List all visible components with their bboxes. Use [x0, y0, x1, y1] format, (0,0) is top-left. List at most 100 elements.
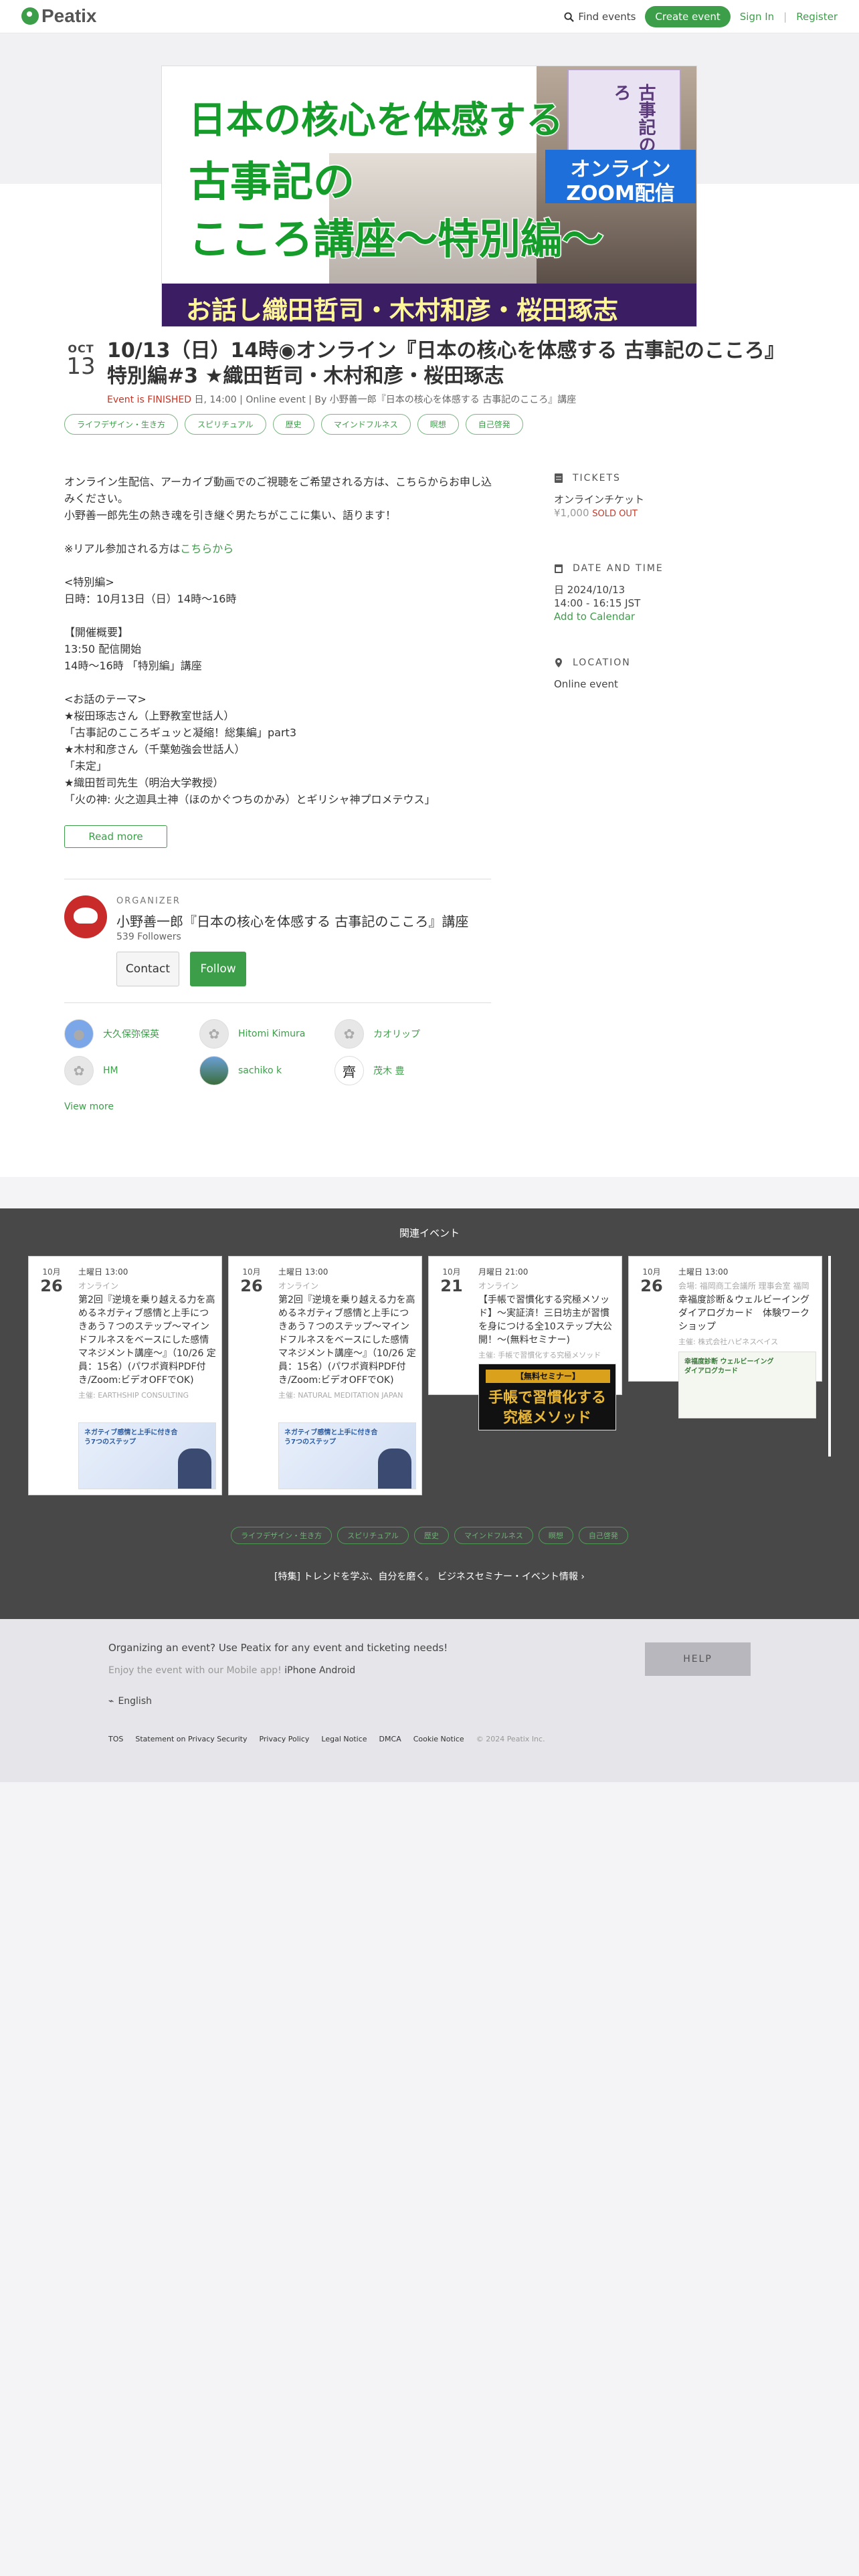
- related-event-card[interactable]: 10月 26 土曜日 13:00 オンライン 第2回『逆境を乗り越える力を高める…: [228, 1256, 422, 1495]
- date-section: DATE AND TIME 日 2024/10/13 14:00 - 16:15…: [554, 563, 795, 623]
- banner-headline-2: 古事記の: [187, 156, 355, 207]
- organizer-name[interactable]: 小野善一郎『日本の核心を体感する 古事記のこころ』講座: [116, 911, 468, 930]
- tag-item[interactable]: マインドフルネス: [454, 1527, 533, 1544]
- sign-in-link[interactable]: Sign In: [740, 11, 774, 23]
- android-app-link[interactable]: Android: [319, 1665, 355, 1676]
- tag-item[interactable]: 自己啓発: [465, 414, 523, 435]
- event-date-badge: OCT 13: [66, 342, 96, 378]
- attendee-item[interactable]: ● 大久保弥保英: [64, 1019, 159, 1049]
- card-time: 月曜日 21:00: [478, 1267, 529, 1277]
- attendee-name: 大久保弥保英: [103, 1029, 159, 1040]
- tickets-heading: TICKETS: [554, 473, 795, 484]
- event-tags: ライフデザイン・生き方 スピリチュアル 歴史 マインドフルネス 瞑想 自己啓発: [64, 414, 523, 435]
- related-event-card[interactable]: 10月 21 月曜日 21:00 オンライン 【手帳で習慣化する究極メソッド】〜…: [428, 1256, 622, 1430]
- date-heading: DATE AND TIME: [554, 563, 795, 574]
- tag-item[interactable]: マインドフルネス: [320, 414, 411, 435]
- card-month: 10月: [42, 1267, 61, 1277]
- card-organizer: 主催: 手帳で習慣化する究極メソッド: [478, 1351, 601, 1360]
- card-organizer: 主催: EARTHSHIP CONSULTING: [78, 1391, 189, 1400]
- read-more-button[interactable]: Read more: [64, 825, 167, 848]
- card-kind: オンライン: [278, 1281, 319, 1291]
- card-image-title-2: 究極メソッド: [502, 1410, 591, 1426]
- card-title: 第2回『逆境を乗り越える力を高めるネガティブ感情と上手につきあう７つのステップ〜…: [278, 1295, 416, 1386]
- register-link[interactable]: Register: [796, 11, 838, 23]
- card-image: ネガティブ感情と上手に付き合う7つのステップ: [278, 1422, 416, 1489]
- find-events-link[interactable]: Find events: [564, 11, 636, 23]
- avatar: 齊: [335, 1056, 364, 1085]
- feature-article-link[interactable]: [特集] トレンドを学ぶ、自分を磨く。 ビジネスセミナー・イベント情報 ›: [0, 1570, 859, 1583]
- create-event-button[interactable]: Create event: [645, 6, 731, 27]
- banner-speakers: お話し織田哲司・木村和彦・桜田琢志: [185, 294, 619, 326]
- add-to-calendar-link[interactable]: Add to Calendar: [554, 610, 795, 623]
- peatix-logo-icon: [21, 7, 39, 25]
- footer-link-dmca[interactable]: DMCA: [379, 1735, 401, 1743]
- language-selector[interactable]: ⌁ English: [108, 1696, 152, 1707]
- card-title: 【手帳で習慣化する究極メソッド】〜実証済！三日坊主が習慣を身につける全10ステッ…: [478, 1295, 612, 1346]
- language-label: English: [118, 1696, 152, 1707]
- card-image: 【無料セミナー】 手帳で習慣化する 究極メソッド: [478, 1364, 616, 1430]
- iphone-app-link[interactable]: iPhone: [284, 1665, 316, 1676]
- tag-item[interactable]: 瞑想: [417, 414, 459, 435]
- card-body: 土曜日 13:00 オンライン 第2回『逆境を乗り越える力を高めるネガティブ感情…: [278, 1266, 416, 1400]
- card-day: 26: [240, 1277, 263, 1295]
- tag-item[interactable]: スピリチュアル: [185, 414, 266, 435]
- card-time: 土曜日 13:00: [78, 1267, 128, 1277]
- description-intro: オンライン生配信、アーカイブ動画でのご視聴をご希望される方は、こちらからお申し込…: [64, 475, 492, 522]
- description-real-note: ※リアル参加される方は: [64, 542, 181, 555]
- search-icon: [564, 11, 575, 22]
- organizer-avatar[interactable]: [64, 895, 107, 938]
- tag-item[interactable]: 歴史: [413, 1527, 449, 1544]
- peatix-logo[interactable]: Peatix: [21, 5, 97, 27]
- tag-item[interactable]: 自己啓発: [578, 1527, 628, 1544]
- follow-button[interactable]: Follow: [190, 952, 246, 986]
- card-title: 幸福度診断＆ウェルビーイングダイアログカード 体験ワークショップ: [678, 1295, 809, 1332]
- card-kind: オンライン: [78, 1281, 119, 1291]
- card-time: 土曜日 13:00: [678, 1267, 729, 1277]
- footer-link-legal-notice[interactable]: Legal Notice: [321, 1735, 367, 1743]
- sold-out-badge: SOLD OUT: [592, 509, 638, 519]
- footer-link-cookie-notice[interactable]: Cookie Notice: [413, 1735, 464, 1743]
- help-button[interactable]: HELP: [645, 1642, 751, 1676]
- ticket-name: オンラインチケット: [554, 494, 645, 506]
- attendee-item[interactable]: 齊 茂木 豊: [335, 1056, 404, 1085]
- event-meta-text: 日, 14:00 | Online event | By 小野善一郎『日本の核心…: [191, 395, 577, 405]
- view-more-attendees-link[interactable]: View more: [64, 1101, 114, 1112]
- related-scrollbar[interactable]: [828, 1256, 831, 1457]
- card-day: 21: [440, 1277, 463, 1295]
- event-location: Online event: [554, 678, 618, 690]
- location-section: LOCATION Online event: [554, 657, 795, 691]
- footer-link-tos[interactable]: TOS: [108, 1735, 123, 1743]
- related-event-card[interactable]: 10月 26 土曜日 13:00 会場: 福岡商工会議所 理事会室 福岡 幸福度…: [628, 1256, 822, 1418]
- footer-link-privacy-security[interactable]: Statement on Privacy Security: [135, 1735, 247, 1743]
- footer-mobile-app: Enjoy the event with our Mobile app! iPh…: [108, 1665, 355, 1676]
- card-image-text: 幸福度診断 ウェルビーイングダイアログカード: [684, 1358, 774, 1375]
- location-pin-icon: [555, 658, 562, 667]
- tag-item[interactable]: 瞑想: [538, 1527, 573, 1544]
- tag-item[interactable]: 歴史: [272, 414, 314, 435]
- attendee-item[interactable]: ✿ HM: [64, 1056, 118, 1085]
- date-heading-text: DATE AND TIME: [573, 563, 664, 574]
- attendee-name: sachiko k: [238, 1065, 282, 1076]
- attendee-item[interactable]: sachiko k: [199, 1056, 282, 1085]
- contact-button[interactable]: Contact: [116, 952, 179, 986]
- footer-organizing-text: Organizing an event? Use Peatix for any …: [108, 1642, 448, 1654]
- card-organizer: 主催: 株式会社ハピネスベイス: [678, 1337, 779, 1346]
- tag-item[interactable]: ライフデザイン・生き方: [231, 1527, 332, 1544]
- event-time: 14:00 - 16:15 JST: [554, 597, 641, 609]
- zoom-badge-line2: ZOOM配信: [566, 182, 675, 205]
- event-meta: Event is FINISHED 日, 14:00 | Online even…: [107, 393, 576, 406]
- card-body: 土曜日 13:00 会場: 福岡商工会議所 理事会室 福岡 幸福度診断＆ウェルビ…: [678, 1266, 816, 1347]
- card-date: 10月 26: [238, 1266, 265, 1295]
- location-heading: LOCATION: [554, 657, 795, 668]
- real-attendance-link[interactable]: こちらから: [180, 542, 233, 555]
- ticket-price: ¥1,000: [554, 507, 589, 519]
- tag-item[interactable]: ライフデザイン・生き方: [64, 414, 179, 435]
- zoom-badge-line1: オンライン: [570, 158, 671, 181]
- footer-link-privacy-policy[interactable]: Privacy Policy: [259, 1735, 309, 1743]
- event-finished-status: Event is FINISHED: [107, 395, 192, 405]
- attendee-item[interactable]: ✿ カオリップ: [335, 1019, 420, 1049]
- related-event-card[interactable]: 10月 26 土曜日 13:00 オンライン 第2回『逆境を乗り越える力を高める…: [28, 1256, 222, 1495]
- card-kind: オンライン: [478, 1281, 519, 1291]
- attendee-item[interactable]: ✿ Hitomi Kimura: [199, 1019, 305, 1049]
- tag-item[interactable]: スピリチュアル: [337, 1527, 409, 1544]
